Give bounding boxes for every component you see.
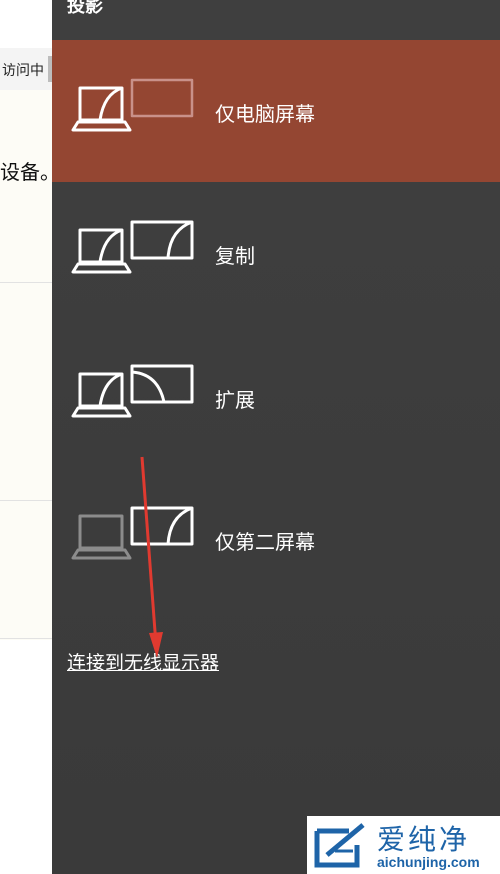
background-divider <box>0 638 52 639</box>
annotation-arrow <box>140 456 163 658</box>
option-second-screen-only[interactable]: 仅第二屏幕 <box>52 468 500 610</box>
project-panel: 投影 仅电脑屏幕 复制 扩展 仅第二屏幕 连接到无线显示器 <box>52 0 500 874</box>
watermark: 爱纯净 aichunjing.com <box>307 816 500 874</box>
background-tab-label[interactable]: 访问中 <box>2 60 44 80</box>
watermark-brand-cn: 爱纯净 <box>377 823 471 856</box>
option-duplicate-label: 复制 <box>215 246 255 268</box>
watermark-brand-url: aichunjing.com <box>377 854 480 870</box>
duplicate-icon <box>71 220 194 274</box>
option-pc-screen-only[interactable]: 仅电脑屏幕 <box>52 40 500 182</box>
background-divider <box>0 282 52 283</box>
brand-logo-icon <box>314 823 365 868</box>
option-extend[interactable]: 扩展 <box>52 326 500 468</box>
option-extend-label: 扩展 <box>215 390 255 412</box>
option-pc-screen-only-label: 仅电脑屏幕 <box>215 104 315 126</box>
option-second-screen-only-label: 仅第二屏幕 <box>215 532 315 554</box>
pc-screen-only-icon <box>71 78 194 132</box>
option-duplicate[interactable]: 复制 <box>52 182 500 324</box>
background-divider <box>0 500 52 501</box>
panel-title: 投影 <box>67 0 103 16</box>
background-toolbar <box>0 0 52 49</box>
extend-icon <box>71 364 194 418</box>
background-page: 访问中 设备。 <box>0 0 52 874</box>
background-body-text: 设备。 <box>0 162 52 184</box>
